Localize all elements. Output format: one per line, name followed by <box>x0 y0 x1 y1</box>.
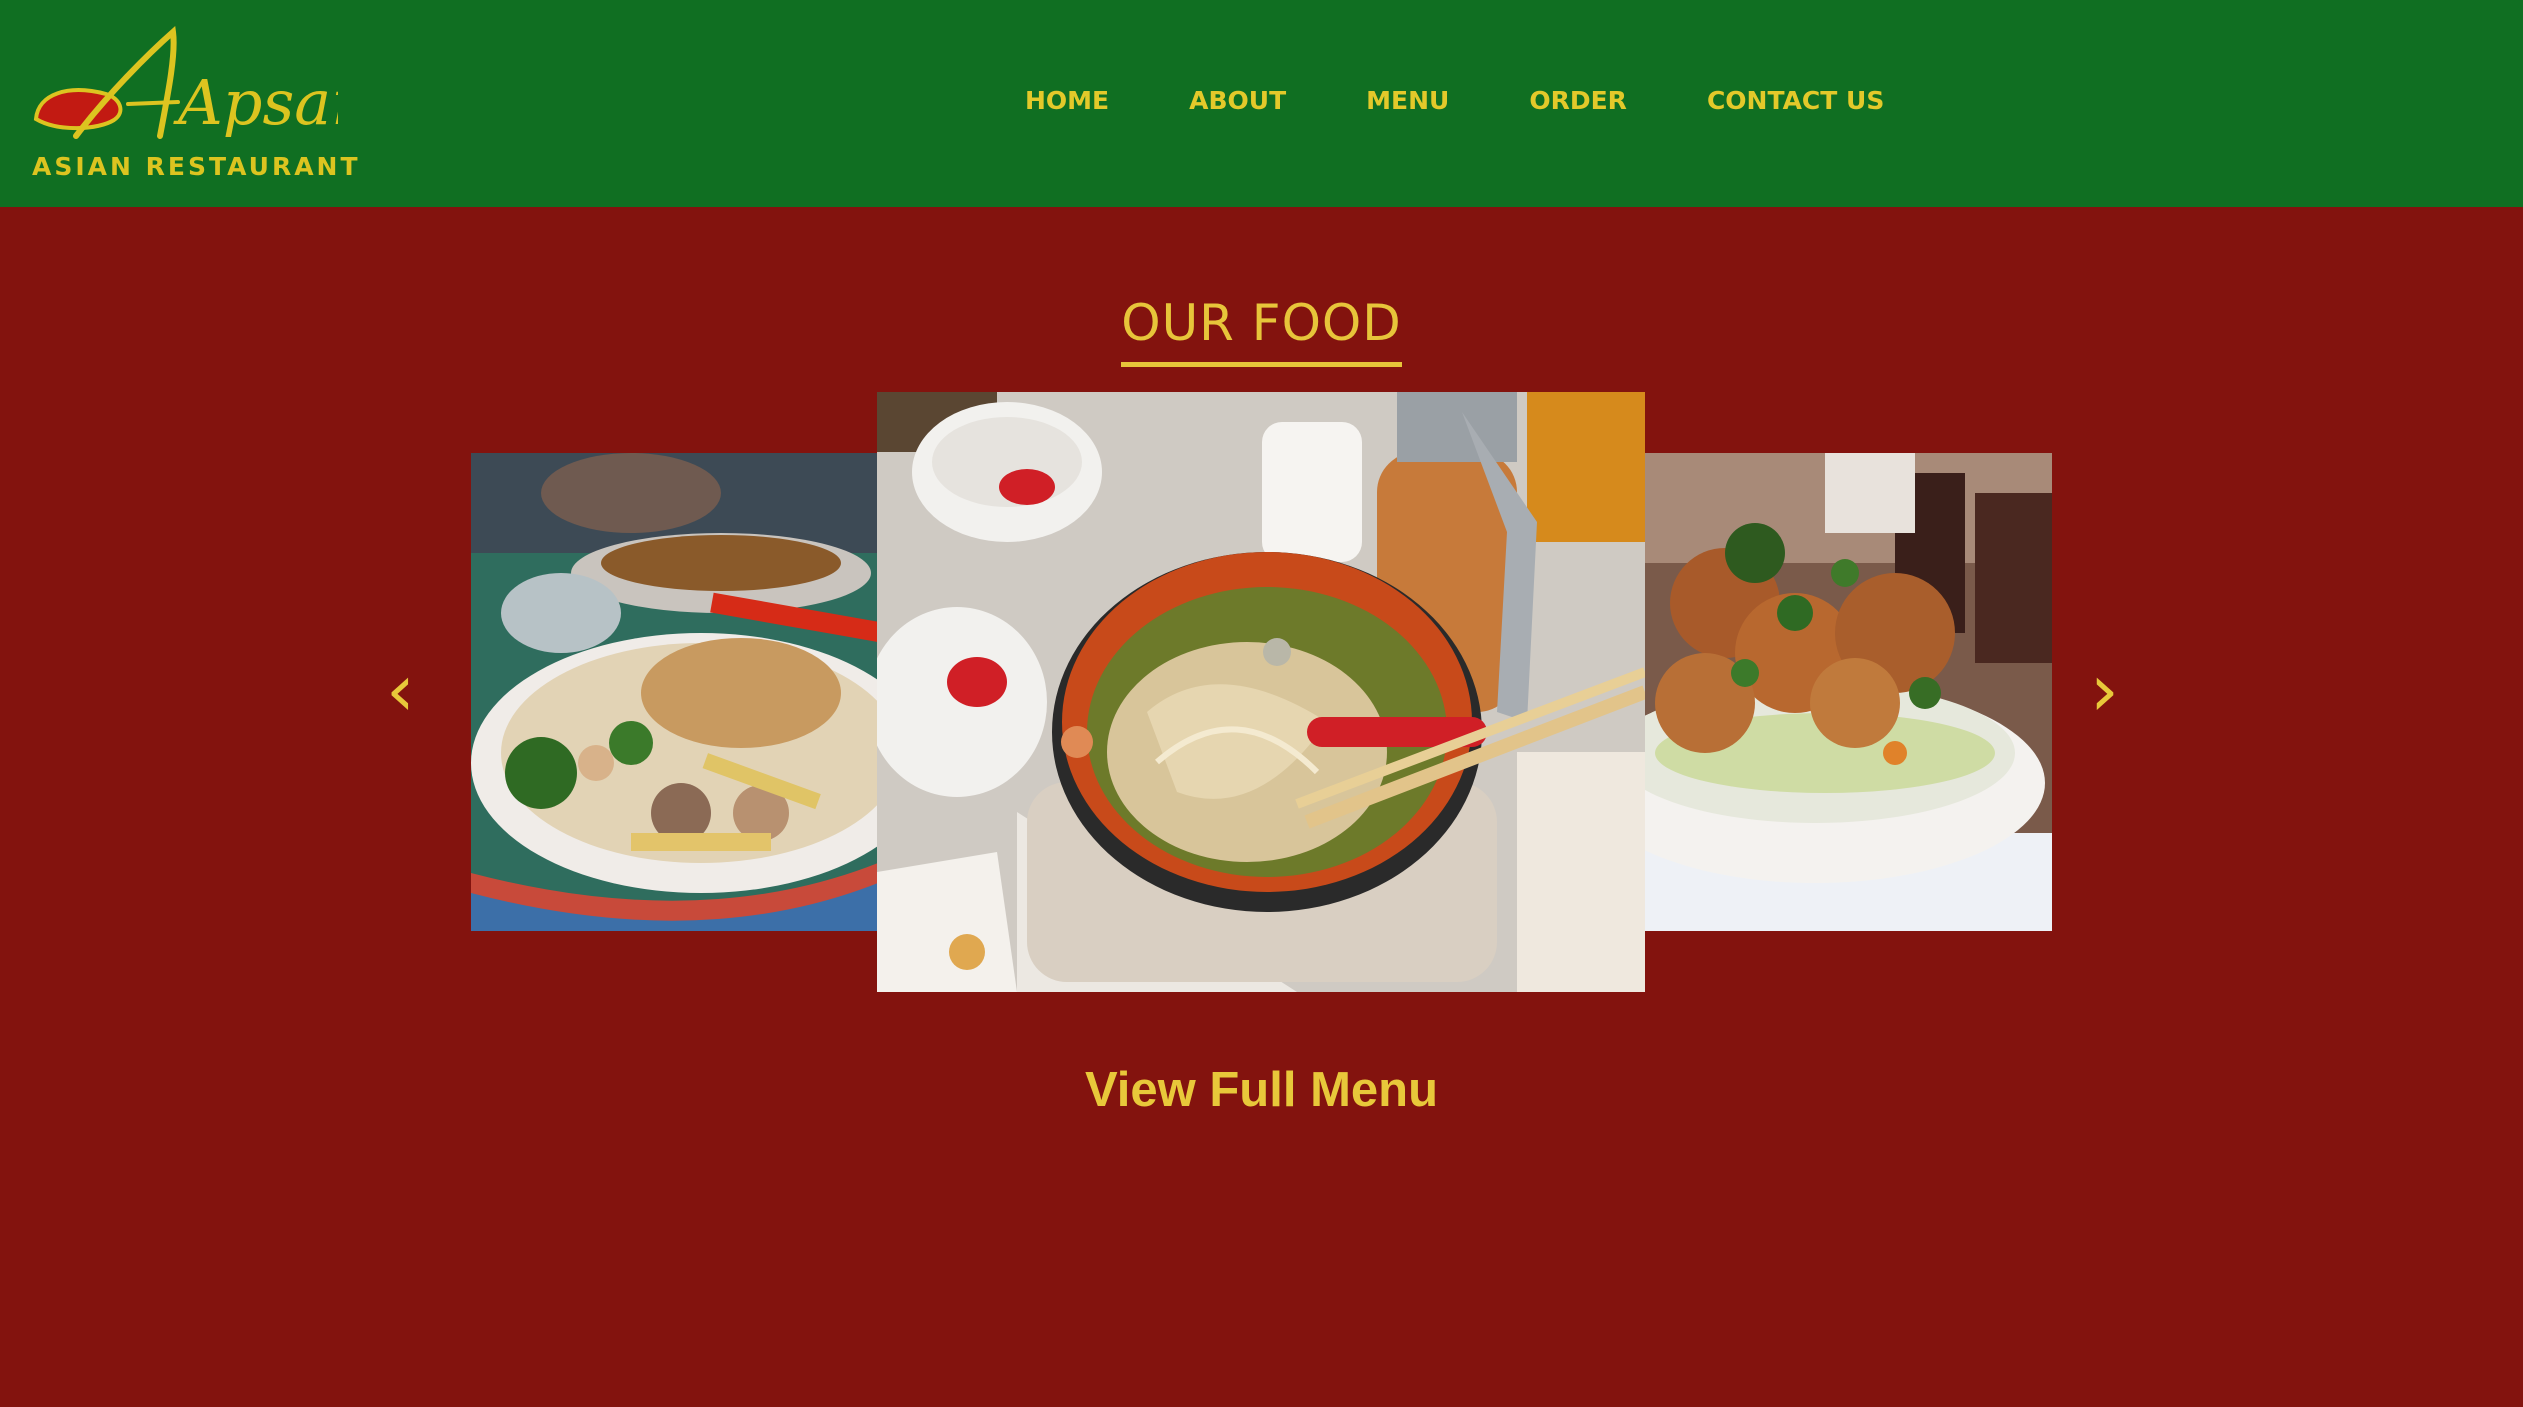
nav-home[interactable]: HOME <box>1025 86 1109 115</box>
nav-about[interactable]: ABOUT <box>1189 86 1286 115</box>
nav-menu[interactable]: MENU <box>1366 86 1449 115</box>
apsara-logo-mark: Apsara <box>33 26 338 139</box>
svg-text:Apsara: Apsara <box>173 66 338 139</box>
fried-chicken-photo <box>1645 453 2052 931</box>
view-full-menu-link[interactable]: View Full Menu <box>1085 1063 1438 1117</box>
section-heading: OUR FOOD <box>0 294 2523 367</box>
site-header: Apsara ASIAN RESTAURANT HOME ABOUT MENU … <box>0 0 2523 207</box>
nav-order[interactable]: ORDER <box>1529 86 1627 115</box>
carousel-prev-arrow-icon[interactable]: ‹ <box>386 654 415 726</box>
apsara-logo[interactable]: Apsara ASIAN RESTAURANT <box>28 24 358 184</box>
main-nav: HOME ABOUT MENU ORDER CONTACT US <box>1025 86 1884 115</box>
pho-soup-photo <box>877 392 1645 992</box>
food-carousel: ‹ › <box>0 392 2523 994</box>
carousel-slide-noodle-bowl[interactable] <box>471 453 878 931</box>
carousel-slide-fried-chicken[interactable] <box>1645 453 2052 931</box>
carousel-next-arrow-icon[interactable]: › <box>2090 654 2119 726</box>
view-menu-cta: View Full Menu <box>0 1062 2523 1118</box>
noodle-bowl-photo <box>471 453 878 931</box>
nav-contact-us[interactable]: CONTACT US <box>1707 86 1884 115</box>
logo-tagline: ASIAN RESTAURANT <box>32 152 361 181</box>
carousel-slide-pho-soup[interactable] <box>877 392 1645 992</box>
our-food-title: OUR FOOD <box>1121 294 1402 367</box>
